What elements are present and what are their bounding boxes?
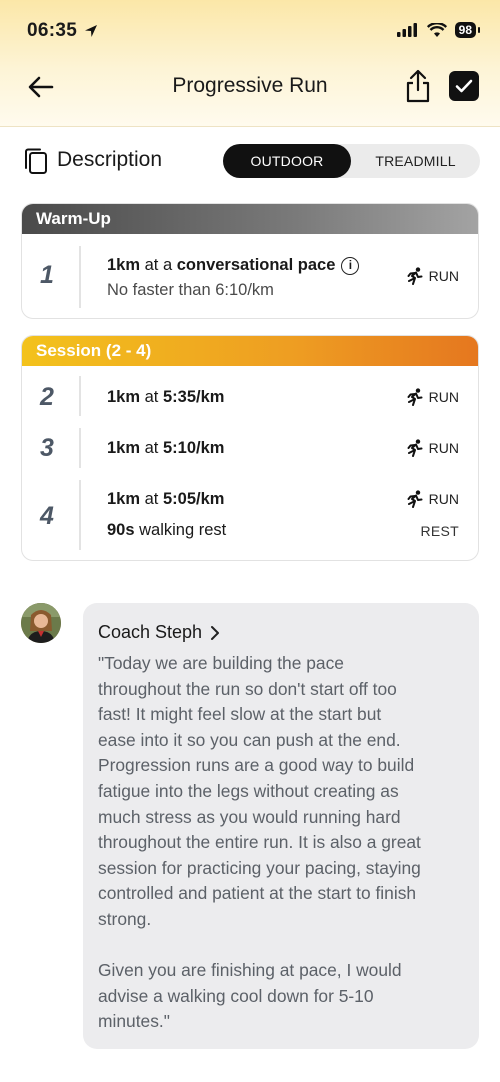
- step-connector: at: [140, 388, 163, 406]
- coach-avatar: [21, 603, 61, 643]
- wifi-icon: [426, 22, 447, 37]
- description-label: Description: [57, 148, 163, 171]
- step-description: 1km at 5:05/km: [107, 490, 224, 509]
- run-tag-label: RUN: [428, 268, 459, 284]
- running-person-icon: [407, 267, 423, 285]
- step-number: 1: [40, 261, 54, 289]
- step-description: 1km at 5:10/km: [107, 439, 224, 458]
- run-tag-label: RUN: [428, 440, 459, 456]
- step-row: 3 1km at 5:10/km RUN: [22, 420, 478, 470]
- cellular-signal-icon: [396, 23, 417, 37]
- step-connector: at: [140, 439, 163, 457]
- step-pace: 5:10/km: [162, 439, 225, 457]
- step-number: 4: [40, 502, 54, 530]
- run-tag-label: RUN: [428, 389, 459, 405]
- step-description: 1km at a conversational pace i: [107, 256, 360, 275]
- rest-text: walking rest: [134, 521, 227, 539]
- step-subtext: No faster than 6:10/km: [107, 281, 274, 299]
- rest-amount: 90s: [107, 521, 135, 539]
- copy-document-icon: [25, 148, 47, 174]
- step-distance: 1km: [107, 490, 141, 508]
- checkmark-icon: [455, 79, 473, 93]
- rest-description: 90s walking rest: [107, 521, 226, 540]
- run-tag: RUN: [407, 388, 459, 406]
- coach-name: Coach Steph: [98, 622, 203, 642]
- warmup-header: Warm-Up: [22, 204, 478, 234]
- step-divider: [79, 376, 81, 416]
- step-divider: [79, 246, 81, 308]
- complete-button[interactable]: [449, 71, 479, 101]
- step-distance: 1km: [107, 439, 141, 457]
- step-distance: 1km: [107, 388, 141, 406]
- status-time: 06:35: [27, 20, 99, 42]
- running-person-icon: [407, 490, 423, 508]
- coach-photo-icon: [21, 603, 61, 643]
- step-divider: [79, 480, 81, 550]
- running-person-icon: [407, 388, 423, 406]
- status-icons: 98: [396, 22, 481, 38]
- top-header: 06:35 98 Progressive Run: [0, 0, 500, 127]
- step-row: 2 1km at 5:35/km RUN: [22, 366, 478, 420]
- coach-message: "Today we are building the pace througho…: [98, 653, 421, 1032]
- segment-treadmill[interactable]: TREADMILL: [351, 144, 480, 178]
- chevron-right-icon: [211, 625, 220, 640]
- step-pace: 5:05/km: [162, 490, 225, 508]
- share-icon: [406, 69, 430, 103]
- location-arrow-icon: [85, 25, 98, 37]
- step-number: 3: [40, 434, 54, 462]
- step-connector: at: [140, 490, 163, 508]
- step-connector: at a: [140, 256, 177, 274]
- coach-message-bubble: Coach Steph "Today we are building the p…: [83, 603, 479, 1049]
- step-row: 1 1km at a conversational pace i No faste…: [22, 234, 478, 318]
- running-person-icon: [407, 439, 423, 457]
- segment-outdoor[interactable]: OUTDOOR: [223, 144, 351, 178]
- environment-toggle: OUTDOOR TREADMILL: [223, 144, 480, 178]
- coach-name-link[interactable]: Coach Steph: [98, 622, 220, 643]
- step-description: 1km at 5:35/km: [107, 388, 224, 407]
- rest-tag: REST: [420, 523, 459, 539]
- step-pace: conversational pace: [176, 256, 336, 274]
- session-card: Session (2 - 4) 2 1km at 5:35/km RUN 3 1…: [21, 335, 479, 561]
- run-tag: RUN: [407, 439, 459, 457]
- step-pace: 5:35/km: [162, 388, 225, 406]
- run-tag: RUN: [407, 267, 459, 285]
- warmup-card: Warm-Up 1 1km at a conversational pace i …: [21, 203, 479, 319]
- battery-indicator: 98: [454, 22, 481, 38]
- run-tag: RUN: [407, 490, 459, 508]
- step-divider: [79, 428, 81, 468]
- share-button[interactable]: [402, 68, 434, 104]
- description-row: Description OUTDOOR TREADMILL: [24, 144, 480, 178]
- session-header: Session (2 - 4): [22, 336, 478, 366]
- step-distance: 1km: [107, 256, 141, 274]
- step-row: 4 1km at 5:05/km RUN 90s walking rest RE…: [22, 470, 478, 560]
- info-icon[interactable]: i: [341, 257, 360, 275]
- run-tag-label: RUN: [428, 491, 459, 507]
- step-number: 2: [40, 383, 54, 411]
- status-time-text: 06:35: [27, 20, 78, 41]
